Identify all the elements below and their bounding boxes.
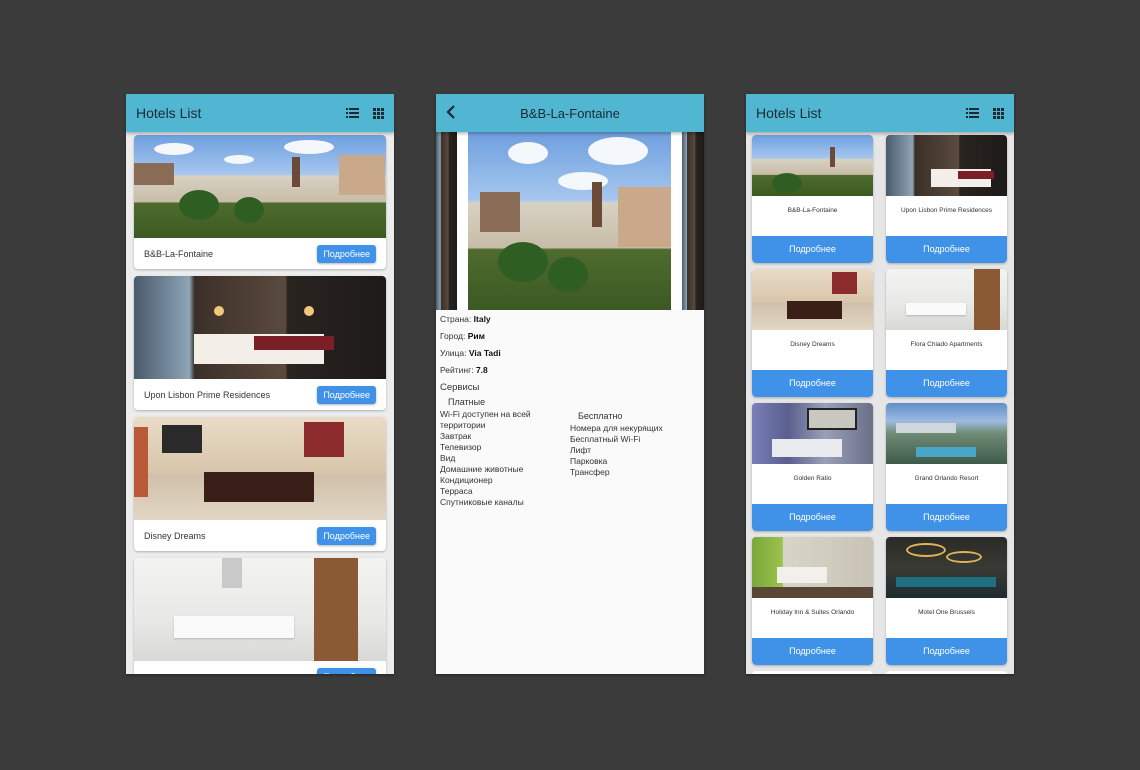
service-item: Телевизор: [440, 442, 482, 452]
service-item: Завтрак: [440, 431, 472, 441]
hotels-list-screen: Hotels List B&B-La-Fontaine Подробнее Up…: [126, 94, 394, 674]
service-item: Кондиционер: [440, 475, 493, 485]
grid-view-icon[interactable]: [993, 107, 1004, 119]
service-item: Парковка: [570, 456, 608, 466]
hotel-photo: [752, 537, 873, 598]
carousel-slide-next: [682, 132, 704, 310]
details-button[interactable]: Подробнее: [752, 504, 873, 531]
hotel-name: B&B-La-Fontaine: [787, 207, 838, 214]
hotel-name: Grand Orlando Resort: [914, 475, 979, 482]
hotel-list[interactable]: B&B-La-Fontaine Подробнее Upon Lisbon Pr…: [126, 132, 394, 674]
country-row: Страна: Italy: [440, 314, 491, 324]
service-item: Терраса: [440, 486, 473, 496]
hotel-card[interactable]: Motel One Brussels Подробнее: [886, 537, 1007, 665]
hotel-card[interactable]: B&B-La-Fontaine Подробнее: [134, 135, 386, 269]
details-button[interactable]: Подробнее: [317, 667, 376, 674]
carousel-slide-prev: [436, 132, 457, 310]
hotel-photo: [886, 135, 1007, 196]
hotel-photo: [134, 417, 386, 520]
hotel-card[interactable]: B&B-La-Fontaine Подробнее: [752, 135, 873, 263]
hotel-name: Golden Ratio: [793, 475, 832, 482]
country-value: Italy: [473, 314, 491, 324]
rating-value: 7.8: [475, 365, 488, 375]
city-row: Город: Рим: [440, 331, 485, 341]
hotel-card-partial: [886, 671, 1007, 674]
app-bar: B&B-La-Fontaine: [436, 94, 704, 132]
hotel-name: Upon Lisbon Prime Residences: [900, 207, 993, 214]
hotel-name: Disney Dreams: [790, 341, 835, 348]
hotel-name: Motel One Brussels: [918, 609, 975, 616]
carousel-slide-current: [468, 132, 671, 310]
hotel-card[interactable]: Grand Orlando Resort Подробнее: [886, 403, 1007, 531]
screen-title: B&B-La-Fontaine: [520, 105, 620, 121]
hotel-grid[interactable]: B&B-La-Fontaine Подробнее Upon Lisbon Pr…: [746, 132, 1014, 674]
list-view-icon[interactable]: [966, 108, 979, 118]
hotel-photo: [752, 135, 873, 196]
hotel-photo: [886, 269, 1007, 330]
hotel-photo: [752, 269, 873, 330]
hotel-card[interactable]: Upon Lisbon Prime Residences Подробнее: [134, 276, 386, 410]
hotel-detail-screen: B&B-La-Fontaine Страна: Italy Город: Рим…: [436, 94, 704, 674]
hotel-name: B&B-La-Fontaine: [144, 248, 214, 259]
hotel-card[interactable]: Holiday Inn & Suites Orlando Подробнее: [752, 537, 873, 665]
details-button[interactable]: Подробнее: [317, 526, 376, 545]
hotel-photo: [134, 276, 386, 379]
free-services: Бесплатно Номера для некурящих Бесплатны…: [570, 397, 700, 508]
back-arrow-icon[interactable]: [446, 105, 455, 119]
details-button[interactable]: Подробнее: [752, 638, 873, 665]
service-item: Вид: [440, 453, 456, 463]
details-button[interactable]: Подробнее: [317, 244, 376, 263]
service-item: Домашние животные: [440, 464, 524, 474]
hotel-card[interactable]: Disney Dreams Подробнее: [752, 269, 873, 397]
service-item: Wi-Fi доступен на всей территории: [440, 409, 531, 430]
hotels-grid-screen: Hotels List B&B-La-Fontaine Подробнее Up…: [746, 94, 1014, 674]
details-button[interactable]: Подробнее: [886, 370, 1007, 397]
hotel-photo: [134, 558, 386, 661]
hotel-name: Disney Dreams: [144, 530, 206, 541]
paid-heading: Платные: [448, 397, 486, 407]
service-item: Спутниковые каналы: [440, 497, 524, 507]
hotel-card[interactable]: Upon Lisbon Prime Residences Подробнее: [886, 135, 1007, 263]
hotel-name: Holiday Inn & Suites Orlando: [770, 609, 855, 616]
service-item: Трансфер: [570, 467, 610, 477]
hotel-card[interactable]: Disney Dreams Подробнее: [134, 417, 386, 551]
app-bar: Hotels List: [126, 94, 394, 132]
street-row: Улица: Via Tadi: [440, 348, 501, 358]
service-item: Лифт: [570, 445, 592, 455]
screen-title: Hotels List: [756, 105, 822, 121]
hotel-name: Flora Chiado Apartments: [910, 341, 983, 348]
hotel-card-partial: [752, 671, 873, 674]
hotel-photo: [886, 403, 1007, 464]
rating-row: Рейтинг: 7.8: [440, 365, 488, 375]
hotel-photo: [752, 403, 873, 464]
city-value: Рим: [467, 331, 485, 341]
hotel-photo: [134, 135, 386, 238]
details-button[interactable]: Подробнее: [886, 638, 1007, 665]
hotel-info: Страна: Italy Город: Рим Улица: Via Tadi…: [440, 314, 700, 508]
hotel-card[interactable]: Golden Ratio Подробнее: [752, 403, 873, 531]
app-bar: Hotels List: [746, 94, 1014, 132]
grid-view-icon[interactable]: [373, 107, 384, 119]
services-heading: Сервисы: [440, 382, 480, 393]
hotel-card[interactable]: Подробнее: [134, 558, 386, 674]
service-item: Номера для некурящих: [570, 423, 663, 433]
paid-services: Платные Wi-Fi доступен на всей территори…: [440, 397, 570, 508]
details-button[interactable]: Подробнее: [752, 370, 873, 397]
hotel-card[interactable]: Flora Chiado Apartments Подробнее: [886, 269, 1007, 397]
details-button[interactable]: Подробнее: [317, 385, 376, 404]
hotel-photo: [886, 537, 1007, 598]
photo-carousel[interactable]: [436, 132, 704, 310]
hotel-name: Upon Lisbon Prime Residences: [144, 389, 271, 400]
details-button[interactable]: Подробнее: [752, 236, 873, 263]
service-item: Бесплатный Wi-Fi: [570, 434, 641, 444]
details-button[interactable]: Подробнее: [886, 504, 1007, 531]
free-heading: Бесплатно: [578, 411, 623, 421]
screen-title: Hotels List: [136, 105, 202, 121]
list-view-icon[interactable]: [346, 108, 359, 118]
street-value: Via Tadi: [468, 348, 501, 358]
details-button[interactable]: Подробнее: [886, 236, 1007, 263]
